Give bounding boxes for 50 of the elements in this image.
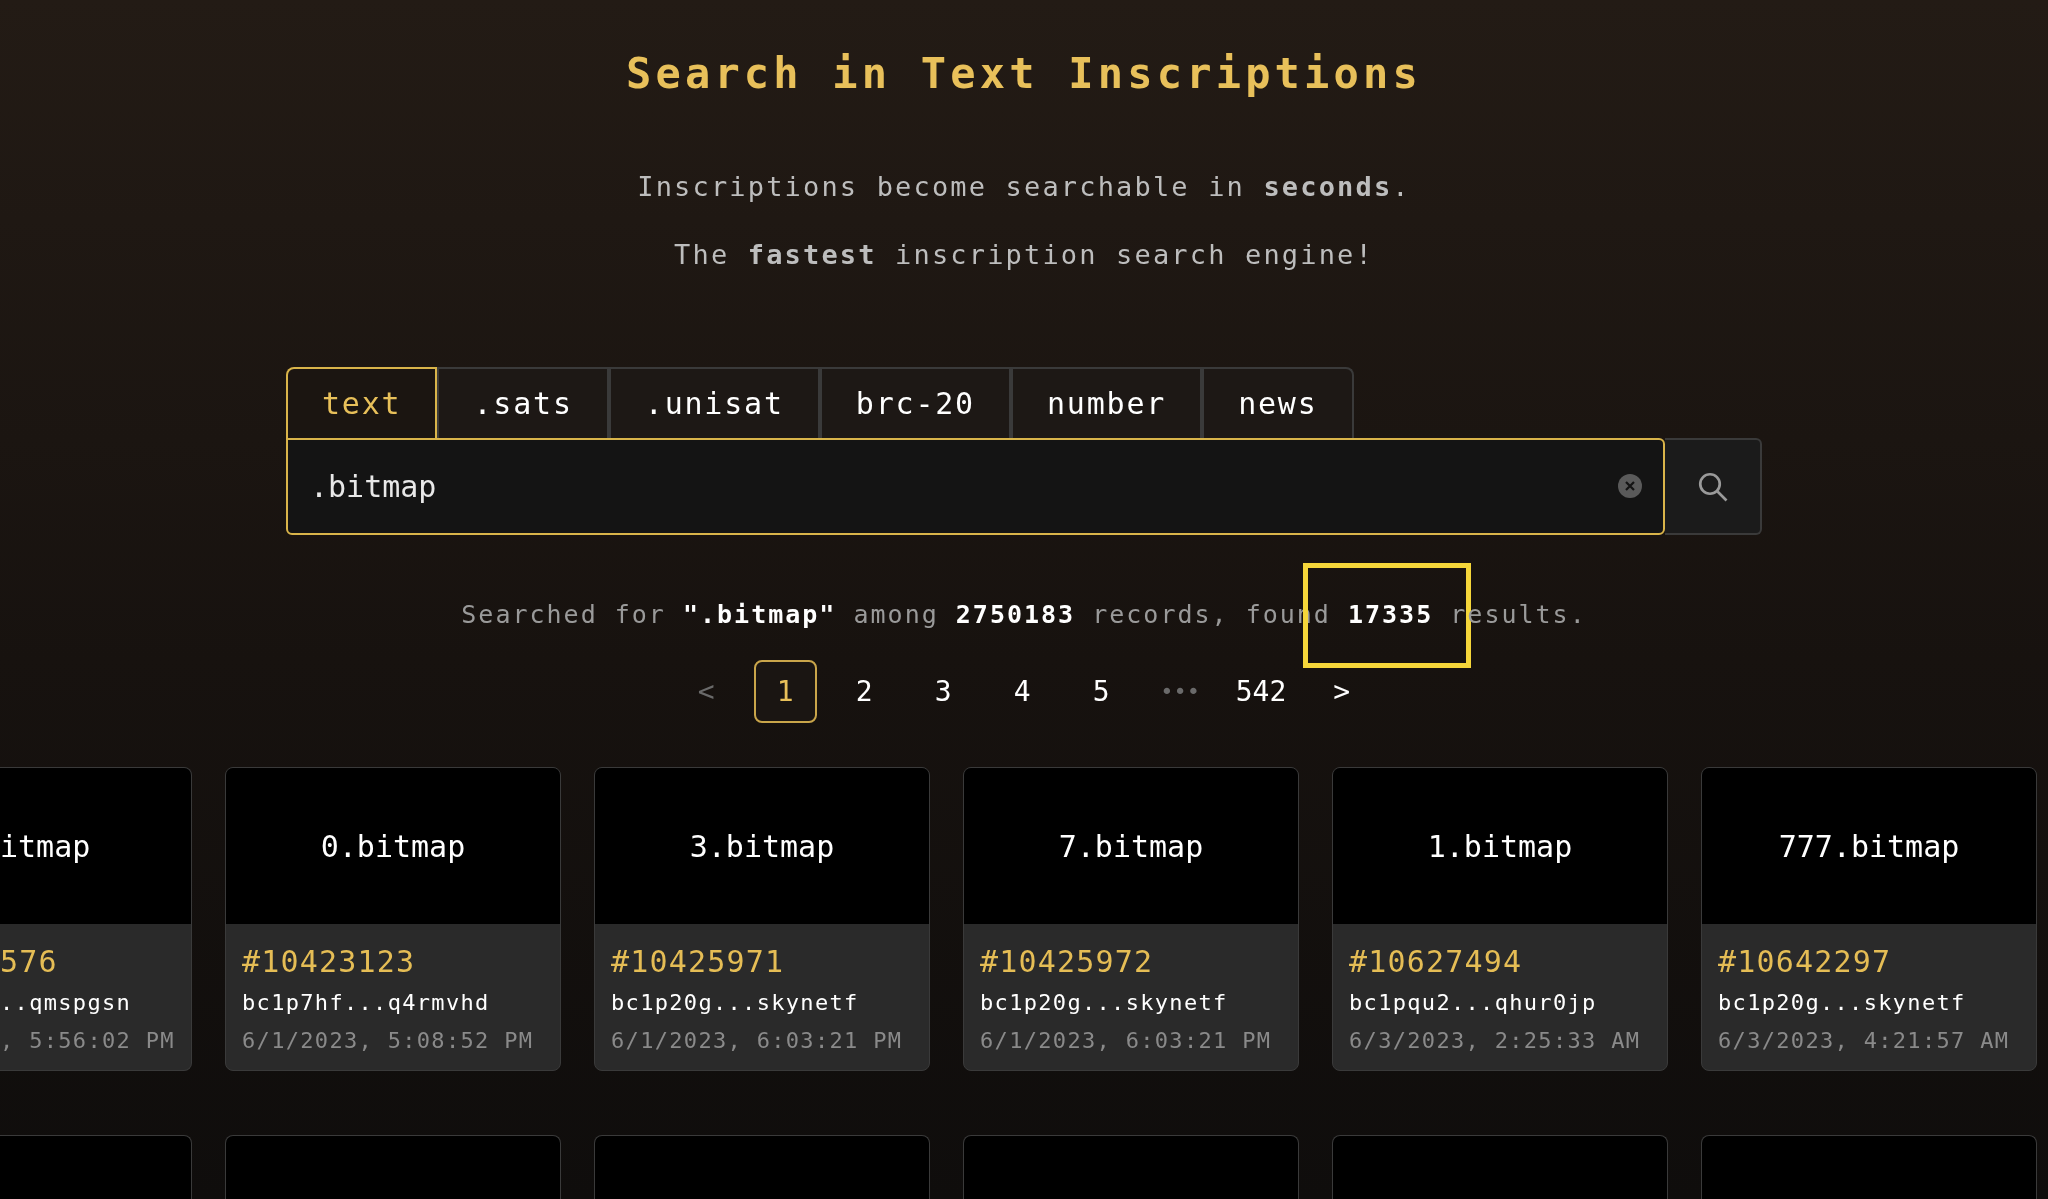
search-field[interactable]: .bitmap: [286, 438, 1665, 535]
page-button[interactable]: 2: [832, 660, 896, 723]
inscription-text: 3.bitmap: [689, 827, 835, 866]
page-ellipsis: •••: [1159, 678, 1202, 706]
inscription-text: 7.bitmap: [1058, 827, 1204, 866]
inscription-text: itmap: [0, 827, 91, 866]
owner-address: bc1p7hf...q4rmvhd: [242, 989, 491, 1017]
page-title: Search in Text Inscriptions: [625, 48, 1423, 100]
page-button[interactable]: 5: [1069, 660, 1133, 723]
inscription-card[interactable]: 7.bitmap #10425972 bc1p20g...skynetf 6/1/2023, 6:03:21 PM: [963, 767, 1299, 1071]
inscription-text: 0.bitmap: [320, 827, 466, 866]
inscription-text: 777.bitmap: [1778, 827, 1960, 866]
category-tab[interactable]: text: [286, 367, 438, 438]
owner-address: bc1p20g...skynetf: [611, 989, 860, 1017]
inscription-card[interactable]: 777.bitmap #10642297 bc1p20g...skynetf 6/3/2023, 4:21:57 AM: [1701, 767, 2037, 1071]
timestamp: 6/3/2023, 4:21:57 AM: [1718, 1027, 2011, 1055]
page-button[interactable]: 3: [911, 660, 975, 723]
category-tab[interactable]: brc-20: [819, 367, 1011, 438]
category-tab[interactable]: .sats: [437, 367, 609, 438]
inscription-number: #10642297: [1718, 944, 1893, 980]
category-tab[interactable]: .unisat: [608, 367, 820, 438]
page-button[interactable]: 4: [990, 660, 1054, 723]
category-tab[interactable]: number: [1010, 367, 1203, 438]
clear-icon[interactable]: [1617, 473, 1643, 499]
timestamp: 6/1/2023, 5:08:52 PM: [242, 1027, 535, 1055]
timestamp: 6/1/2023, 6:03:21 PM: [611, 1027, 904, 1055]
tagline: The fastest inscription search engine!: [674, 238, 1374, 272]
inscription-number: #10627494: [1349, 944, 1524, 980]
page-button[interactable]: 542: [1227, 660, 1295, 723]
inscription-card[interactable]: itmap 576 ..qmspgsn , 5:56:02 PM: [0, 767, 192, 1071]
timestamp: 6/1/2023, 6:03:21 PM: [980, 1027, 1273, 1055]
inscription-number: #10425972: [980, 944, 1155, 980]
inscription-text: 1.bitmap: [1427, 827, 1573, 866]
tagline: Inscriptions become searchable in seconds.: [637, 170, 1411, 204]
page-button[interactable]: 1: [753, 660, 817, 723]
next-page-button[interactable]: >: [1310, 660, 1374, 723]
inscription-card[interactable]: 0.bitmap #10423123 bc1p7hf...q4rmvhd 6/1/2023, 5:08:52 PM: [225, 767, 561, 1071]
owner-address: bc1p20g...skynetf: [1718, 989, 1967, 1017]
owner-address: bc1pqu2...qhur0jp: [1349, 989, 1598, 1017]
inscription-number: #10423123: [242, 944, 417, 980]
search-button[interactable]: [1665, 438, 1762, 535]
inscription-card[interactable]: 1.bitmap #10627494 bc1pqu2...qhur0jp 6/3/2023, 2:25:33 AM: [1332, 767, 1668, 1071]
inscription-number: #10425971: [611, 944, 786, 980]
inscription-card[interactable]: 3.bitmap #10425971 bc1p20g...skynetf 6/1/2023, 6:03:21 PM: [594, 767, 930, 1071]
owner-address: bc1p20g...skynetf: [980, 989, 1229, 1017]
inscription-number: 576: [0, 944, 59, 980]
category-tab[interactable]: news: [1202, 367, 1354, 438]
owner-address: ..qmspgsn: [0, 989, 133, 1017]
timestamp: , 5:56:02 PM: [0, 1027, 176, 1055]
timestamp: 6/3/2023, 2:25:33 AM: [1349, 1027, 1642, 1055]
